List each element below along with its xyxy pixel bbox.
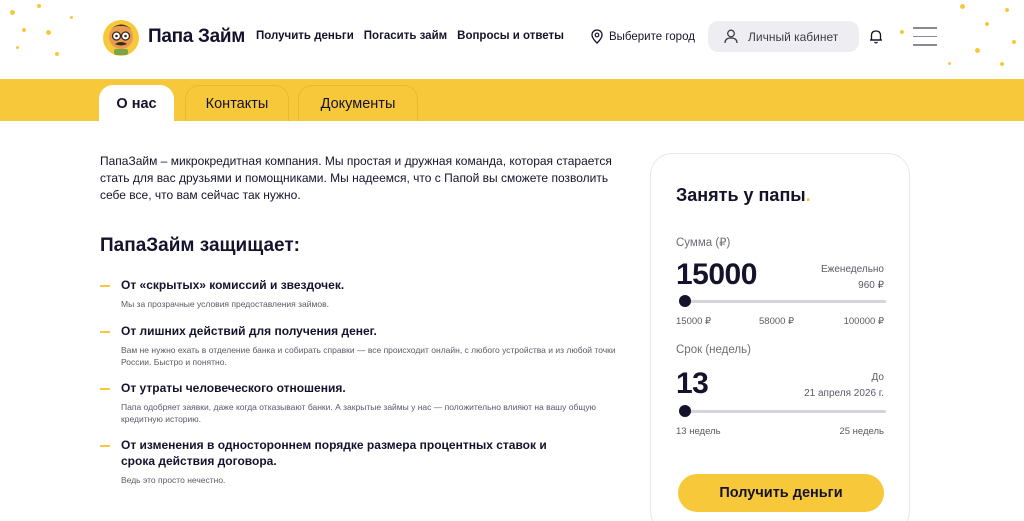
amount-value[interactable]: 15000	[676, 258, 757, 292]
protect-item: От «скрытых» комиссий и звездочек. Мы за…	[100, 277, 620, 310]
amount-label: Сумма (₽)	[676, 237, 731, 249]
term-slider-handle[interactable]	[679, 405, 691, 417]
amount-tick-min: 15000 ₽	[676, 316, 712, 327]
decor-dot	[10, 10, 15, 15]
decor-dot	[55, 52, 59, 56]
amount-slider[interactable]	[679, 295, 886, 307]
weekly-payment-label: Еженедельно	[821, 264, 884, 275]
term-tick-min: 13 недель	[676, 426, 721, 437]
tab-about[interactable]: О нас	[99, 85, 174, 121]
due-date-label: До	[871, 372, 884, 383]
decor-dot	[1012, 40, 1016, 44]
loan-calculator: Занять у папы. Сумма (₽) 15000 Еженедель…	[650, 153, 910, 521]
decor-dot	[70, 16, 73, 19]
dash-bullet	[100, 331, 110, 333]
protect-item: От изменения в одностороннем порядке раз…	[100, 437, 620, 486]
amount-tick-max: 100000 ₽	[843, 316, 884, 327]
weekly-payment: Еженедельно 960 ₽	[821, 262, 884, 294]
user-icon	[724, 29, 738, 44]
decor-dot	[900, 30, 904, 34]
decor-dot	[1000, 62, 1004, 66]
decor-dot	[37, 4, 41, 8]
nav-get-money[interactable]: Получить деньги	[256, 30, 354, 42]
nav-repay-loan[interactable]: Погасить займ	[364, 30, 447, 42]
protect-item: От лишних действий для получения денег. …	[100, 323, 620, 368]
protect-item-desc: Ведь это просто нечестно.	[121, 475, 226, 485]
term-value[interactable]: 13	[676, 367, 709, 401]
logo-text: Папа Займ	[148, 26, 246, 47]
protect-item-desc: Мы за прозрачные условия предоставления …	[121, 299, 329, 309]
protect-item-desc: Папа одобряет заявки, даже когда отказыв…	[121, 402, 597, 424]
decor-dot	[22, 28, 26, 32]
amount-slider-handle[interactable]	[679, 295, 691, 307]
amount-tick-mid: 58000 ₽	[759, 316, 795, 327]
protect-item-desc: Вам не нужно ехать в отделение банка и с…	[121, 345, 616, 367]
term-label: Срок (недель)	[676, 344, 751, 356]
main-nav: Получить деньги Погасить займ Вопросы и …	[256, 30, 564, 42]
protect-item: От утраты человеческого отношения. Папа …	[100, 380, 620, 425]
term-slider[interactable]	[679, 405, 886, 417]
intro-text: ПапаЗайм – микрокредитная компания. Мы п…	[100, 154, 612, 202]
dash-bullet	[100, 445, 110, 447]
due-date-value: 21 апреля 2026 г.	[804, 388, 884, 399]
protect-item-title: От лишних действий для получения денег.	[121, 324, 377, 338]
calculator-title-dot: .	[805, 185, 811, 205]
decor-dot	[960, 4, 965, 9]
nav-faq[interactable]: Вопросы и ответы	[457, 30, 564, 42]
weekly-payment-value: 960 ₽	[858, 280, 884, 291]
cabinet-label: Личный кабинет	[748, 29, 839, 44]
calculator-title-text: Занять у папы	[676, 185, 806, 205]
location-pin-icon	[591, 29, 603, 44]
due-date: До 21 апреля 2026 г.	[804, 370, 884, 402]
tab-documents[interactable]: Документы	[298, 85, 418, 121]
term-tick-max: 25 недель	[839, 426, 884, 437]
protect-item-title: От утраты человеческого отношения.	[121, 381, 346, 395]
dash-bullet	[100, 285, 110, 287]
protects-heading: ПапаЗайм защищает:	[100, 235, 301, 256]
city-label: Выберите город	[609, 30, 695, 43]
city-selector[interactable]: Выберите город	[591, 29, 695, 44]
dash-bullet	[100, 388, 110, 390]
decor-dot	[1005, 8, 1009, 12]
calculator-title: Занять у папы.	[676, 185, 811, 206]
protect-item-title: От «скрытых» комиссий и звездочек.	[121, 278, 345, 292]
menu-icon[interactable]	[913, 27, 937, 53]
bell-icon[interactable]	[869, 29, 883, 49]
logo-papa-icon	[100, 16, 142, 58]
site-header: Папа Займ Получить деньги Погасить займ …	[0, 0, 1024, 79]
decor-dot	[985, 22, 989, 26]
decor-dot	[46, 30, 51, 35]
personal-cabinet-button[interactable]: Личный кабинет	[708, 21, 859, 52]
decor-dot	[975, 48, 980, 53]
tab-contacts[interactable]: Контакты	[185, 85, 289, 121]
decor-dot	[948, 62, 951, 65]
decor-dot	[16, 46, 19, 49]
get-money-button[interactable]: Получить деньги	[678, 474, 884, 512]
protect-item-title: От изменения в одностороннем порядке раз…	[121, 438, 547, 468]
logo[interactable]: Папа Займ	[100, 16, 245, 58]
